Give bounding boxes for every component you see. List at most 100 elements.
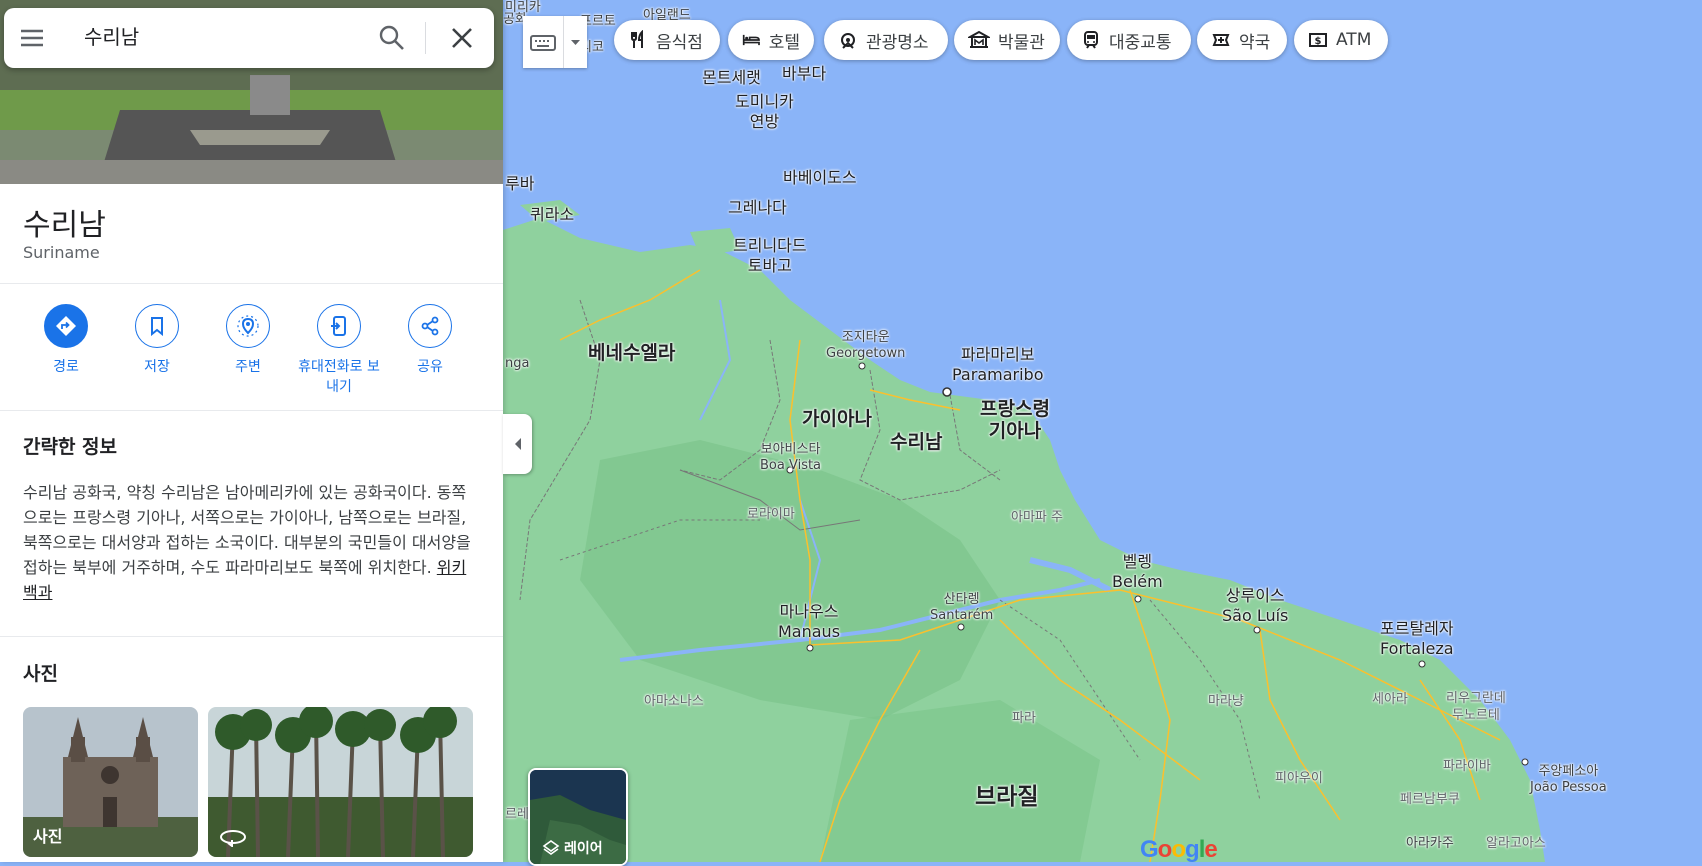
chip-hotel[interactable]: 호텔 xyxy=(728,20,814,60)
map-label-manaus-ko: 마나우스 xyxy=(779,602,839,621)
map-label-montserrat: 몬트세랫 xyxy=(702,68,761,87)
collapse-panel-button[interactable] xyxy=(503,414,532,474)
layers-button[interactable]: 레이어 xyxy=(528,768,628,866)
map-label-joaopessoa-en: João Pessoa xyxy=(1530,780,1607,795)
map-label-pernambuco: 페르남부쿠 xyxy=(1400,792,1460,807)
transit-icon xyxy=(1084,31,1098,49)
nearby-label: 주변 xyxy=(235,359,261,375)
search-input[interactable]: 수리남 xyxy=(84,22,139,52)
pharmacy-icon xyxy=(1212,34,1230,46)
map-label-santarem-ko: 산타렝 xyxy=(943,592,980,607)
map-label-alagoas: 알라고아스 xyxy=(1486,836,1546,851)
layers-label-wrap: 레이어 xyxy=(542,838,603,858)
map-label-trinidad-2: 토바고 xyxy=(747,256,792,275)
map-label-para: 파라 xyxy=(1012,711,1036,726)
chip-label: ATM xyxy=(1336,30,1372,50)
map-label-trinidad-1: 트리니다드 xyxy=(733,236,807,255)
chip-museum[interactable]: 박물관 xyxy=(954,20,1060,60)
share-icon xyxy=(421,316,439,336)
map-label-french-guiana-2: 기아나 xyxy=(988,420,1042,442)
photo-360[interactable] xyxy=(208,707,473,857)
menu-icon[interactable] xyxy=(18,24,46,52)
close-icon[interactable] xyxy=(448,24,476,52)
chip-restaurant[interactable]: 음식점 xyxy=(614,20,720,60)
map-label-aruba: 루바 xyxy=(505,174,535,193)
chip-attractions[interactable]: 관광명소 xyxy=(824,20,948,60)
map-label-belem-ko: 벨렝 xyxy=(1122,552,1153,571)
atm-icon: $ xyxy=(1309,33,1327,47)
layers-label: 레이어 xyxy=(564,841,603,857)
map-label-french-guiana-1: 프랑스령 xyxy=(980,398,1050,420)
directions-icon xyxy=(56,316,76,336)
nearby-button[interactable]: 주변 xyxy=(202,304,294,377)
map-label-curacao: 퀴라소 xyxy=(530,205,575,224)
photo-label: 사진 xyxy=(33,827,63,846)
nearby-icon xyxy=(237,315,259,337)
share-button[interactable]: 공유 xyxy=(384,304,476,377)
map-label-aracaju-ko: 아라카주 xyxy=(1406,836,1454,851)
overview-body: 수리남 공화국, 약칭 수리남은 남아메리카에 있는 공화국이다. 동쪽으로는 … xyxy=(23,483,471,577)
map-label-fortaleza-en: Fortaleza xyxy=(1380,639,1454,658)
map-label-georgetown-en: Georgetown xyxy=(826,346,906,361)
map-label-santarem: 산타렝 Santarém xyxy=(930,592,993,624)
map-label-rgn: 리우그란데 두노르테 xyxy=(1446,690,1506,724)
attractions-icon xyxy=(841,33,855,49)
send-to-phone-label: 휴대전화로 보내기 xyxy=(298,359,380,395)
map-label-boavista: 보아비스타 Boa Vista xyxy=(760,442,821,474)
map-label-venezuela: 베네수엘라 xyxy=(588,342,676,364)
map-label-trinidad: 트리니다드 토바고 xyxy=(733,236,807,276)
chip-label: 관광명소 xyxy=(866,32,929,53)
restaurant-icon xyxy=(631,30,643,48)
map-label: nga xyxy=(505,356,530,371)
save-button[interactable]: 저장 xyxy=(111,304,203,377)
dropdown-arrow-icon[interactable] xyxy=(564,16,587,68)
map-label-maranhao: 마라냥 xyxy=(1208,694,1244,709)
chip-transit[interactable]: 대중교통 xyxy=(1067,20,1191,60)
chip-label: 음식점 xyxy=(656,32,703,53)
divider xyxy=(0,636,503,637)
map-label-guyana: 가이아나 xyxy=(802,408,872,430)
directions-button[interactable]: 경로 xyxy=(20,304,112,377)
map-label-aracaju: 아라카주 xyxy=(1406,836,1454,852)
map-label-roraima: 로라이마 xyxy=(747,507,795,522)
chevron-left-icon xyxy=(514,438,521,450)
map-label-paramaribo-ko: 파라마리보 xyxy=(960,345,1035,364)
search-divider xyxy=(425,22,426,54)
keyboard-button[interactable] xyxy=(523,16,587,68)
map-label-georgetown-ko: 조지타운 xyxy=(841,330,890,345)
map-label-rgn-1: 리우그란데 xyxy=(1446,691,1506,706)
map-label-fortaleza-ko: 포르탈레자 xyxy=(1380,619,1454,638)
chip-atm[interactable]: $ ATM xyxy=(1294,20,1388,60)
map-label-grenada: 그레나다 xyxy=(728,198,787,217)
map-label-paramaribo: 파라마리보 Paramaribo xyxy=(952,345,1043,385)
museum-icon xyxy=(968,30,990,48)
map-label-rgn-2: 두노르테 xyxy=(1451,708,1500,723)
map-label-ceara: 세아라 xyxy=(1372,692,1408,707)
send-to-phone-button[interactable]: 휴대전화로 보내기 xyxy=(293,304,385,397)
map-label-paramaribo-en: Paramaribo xyxy=(952,365,1044,384)
map-label-fortaleza: 포르탈레자 Fortaleza xyxy=(1380,619,1454,659)
search-icon[interactable] xyxy=(378,24,406,52)
map-label-boavista-en: Boa Vista xyxy=(760,458,822,473)
phone-icon xyxy=(331,316,346,336)
map-label-barbuda: 바부다 xyxy=(782,64,827,83)
keyboard-icon xyxy=(530,35,556,51)
chip-label: 약국 xyxy=(1239,32,1271,53)
map-label-brazil: 브라질 xyxy=(975,784,1039,810)
map-label-french-guiana: 프랑스령 기아나 xyxy=(980,398,1050,442)
divider xyxy=(0,410,503,411)
layers-icon xyxy=(542,840,560,855)
bookmark-icon xyxy=(151,317,163,336)
map-label-joaopessoa-ko: 주앙페소아 xyxy=(1538,764,1599,779)
chip-pharmacy[interactable]: 약국 xyxy=(1197,20,1287,60)
photo-church[interactable]: 사진 xyxy=(23,707,198,857)
map-label: 미리카 xyxy=(505,0,541,15)
map-label-amazonas: 아마소나스 xyxy=(644,694,704,709)
map-label-barbados: 바베이도스 xyxy=(783,168,857,187)
map-label-joaopessoa: 주앙페소아 João Pessoa xyxy=(1530,764,1607,796)
map-label-georgetown: 조지타운 Georgetown xyxy=(826,330,905,362)
send-to-phone-circle xyxy=(317,304,361,348)
google-logo: Google xyxy=(1140,836,1218,863)
map-label-suriname: 수리남 xyxy=(890,431,943,453)
panorama-360-icon xyxy=(220,830,246,847)
